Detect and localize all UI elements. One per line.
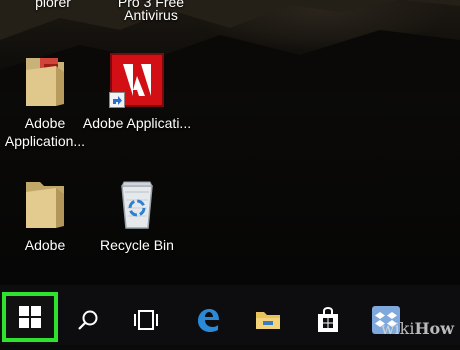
desktop-icon-adobe-application[interactable]: Adobe Applicati... bbox=[82, 52, 192, 132]
task-view-icon bbox=[134, 310, 158, 330]
folder-icon bbox=[256, 312, 280, 329]
windows-logo-icon bbox=[19, 306, 41, 328]
store-button[interactable] bbox=[306, 290, 350, 350]
search-icon bbox=[78, 310, 98, 330]
icon-label: Recycle Bin bbox=[100, 237, 174, 253]
store-icon bbox=[318, 307, 338, 332]
file-explorer-button[interactable] bbox=[246, 290, 290, 350]
cut-icon-label-line2: Antivirus bbox=[124, 7, 178, 23]
cut-icon-label: plorer bbox=[35, 0, 71, 10]
adobe-app-icon bbox=[109, 52, 165, 108]
folder-pdf-icon bbox=[20, 52, 70, 108]
recycle-bin-icon bbox=[112, 178, 162, 230]
watermark-part-how: How bbox=[414, 319, 454, 338]
shortcut-arrow-icon bbox=[109, 92, 125, 108]
watermark-part-wiki: wiki bbox=[380, 319, 415, 338]
folder-icon bbox=[20, 178, 70, 230]
desktop: plorer Pro 3 Free Antivirus Adobe Applic… bbox=[0, 0, 460, 285]
edge-icon bbox=[198, 309, 219, 332]
task-view-button[interactable] bbox=[124, 290, 168, 350]
search-button[interactable] bbox=[66, 290, 110, 350]
desktop-icon-recycle-bin[interactable]: Recycle Bin bbox=[82, 178, 192, 254]
icon-label: Adobe Applicati... bbox=[82, 115, 192, 131]
wikihow-watermark: wikiHow bbox=[381, 319, 454, 338]
edge-button[interactable] bbox=[186, 290, 230, 350]
start-button[interactable] bbox=[2, 292, 58, 342]
